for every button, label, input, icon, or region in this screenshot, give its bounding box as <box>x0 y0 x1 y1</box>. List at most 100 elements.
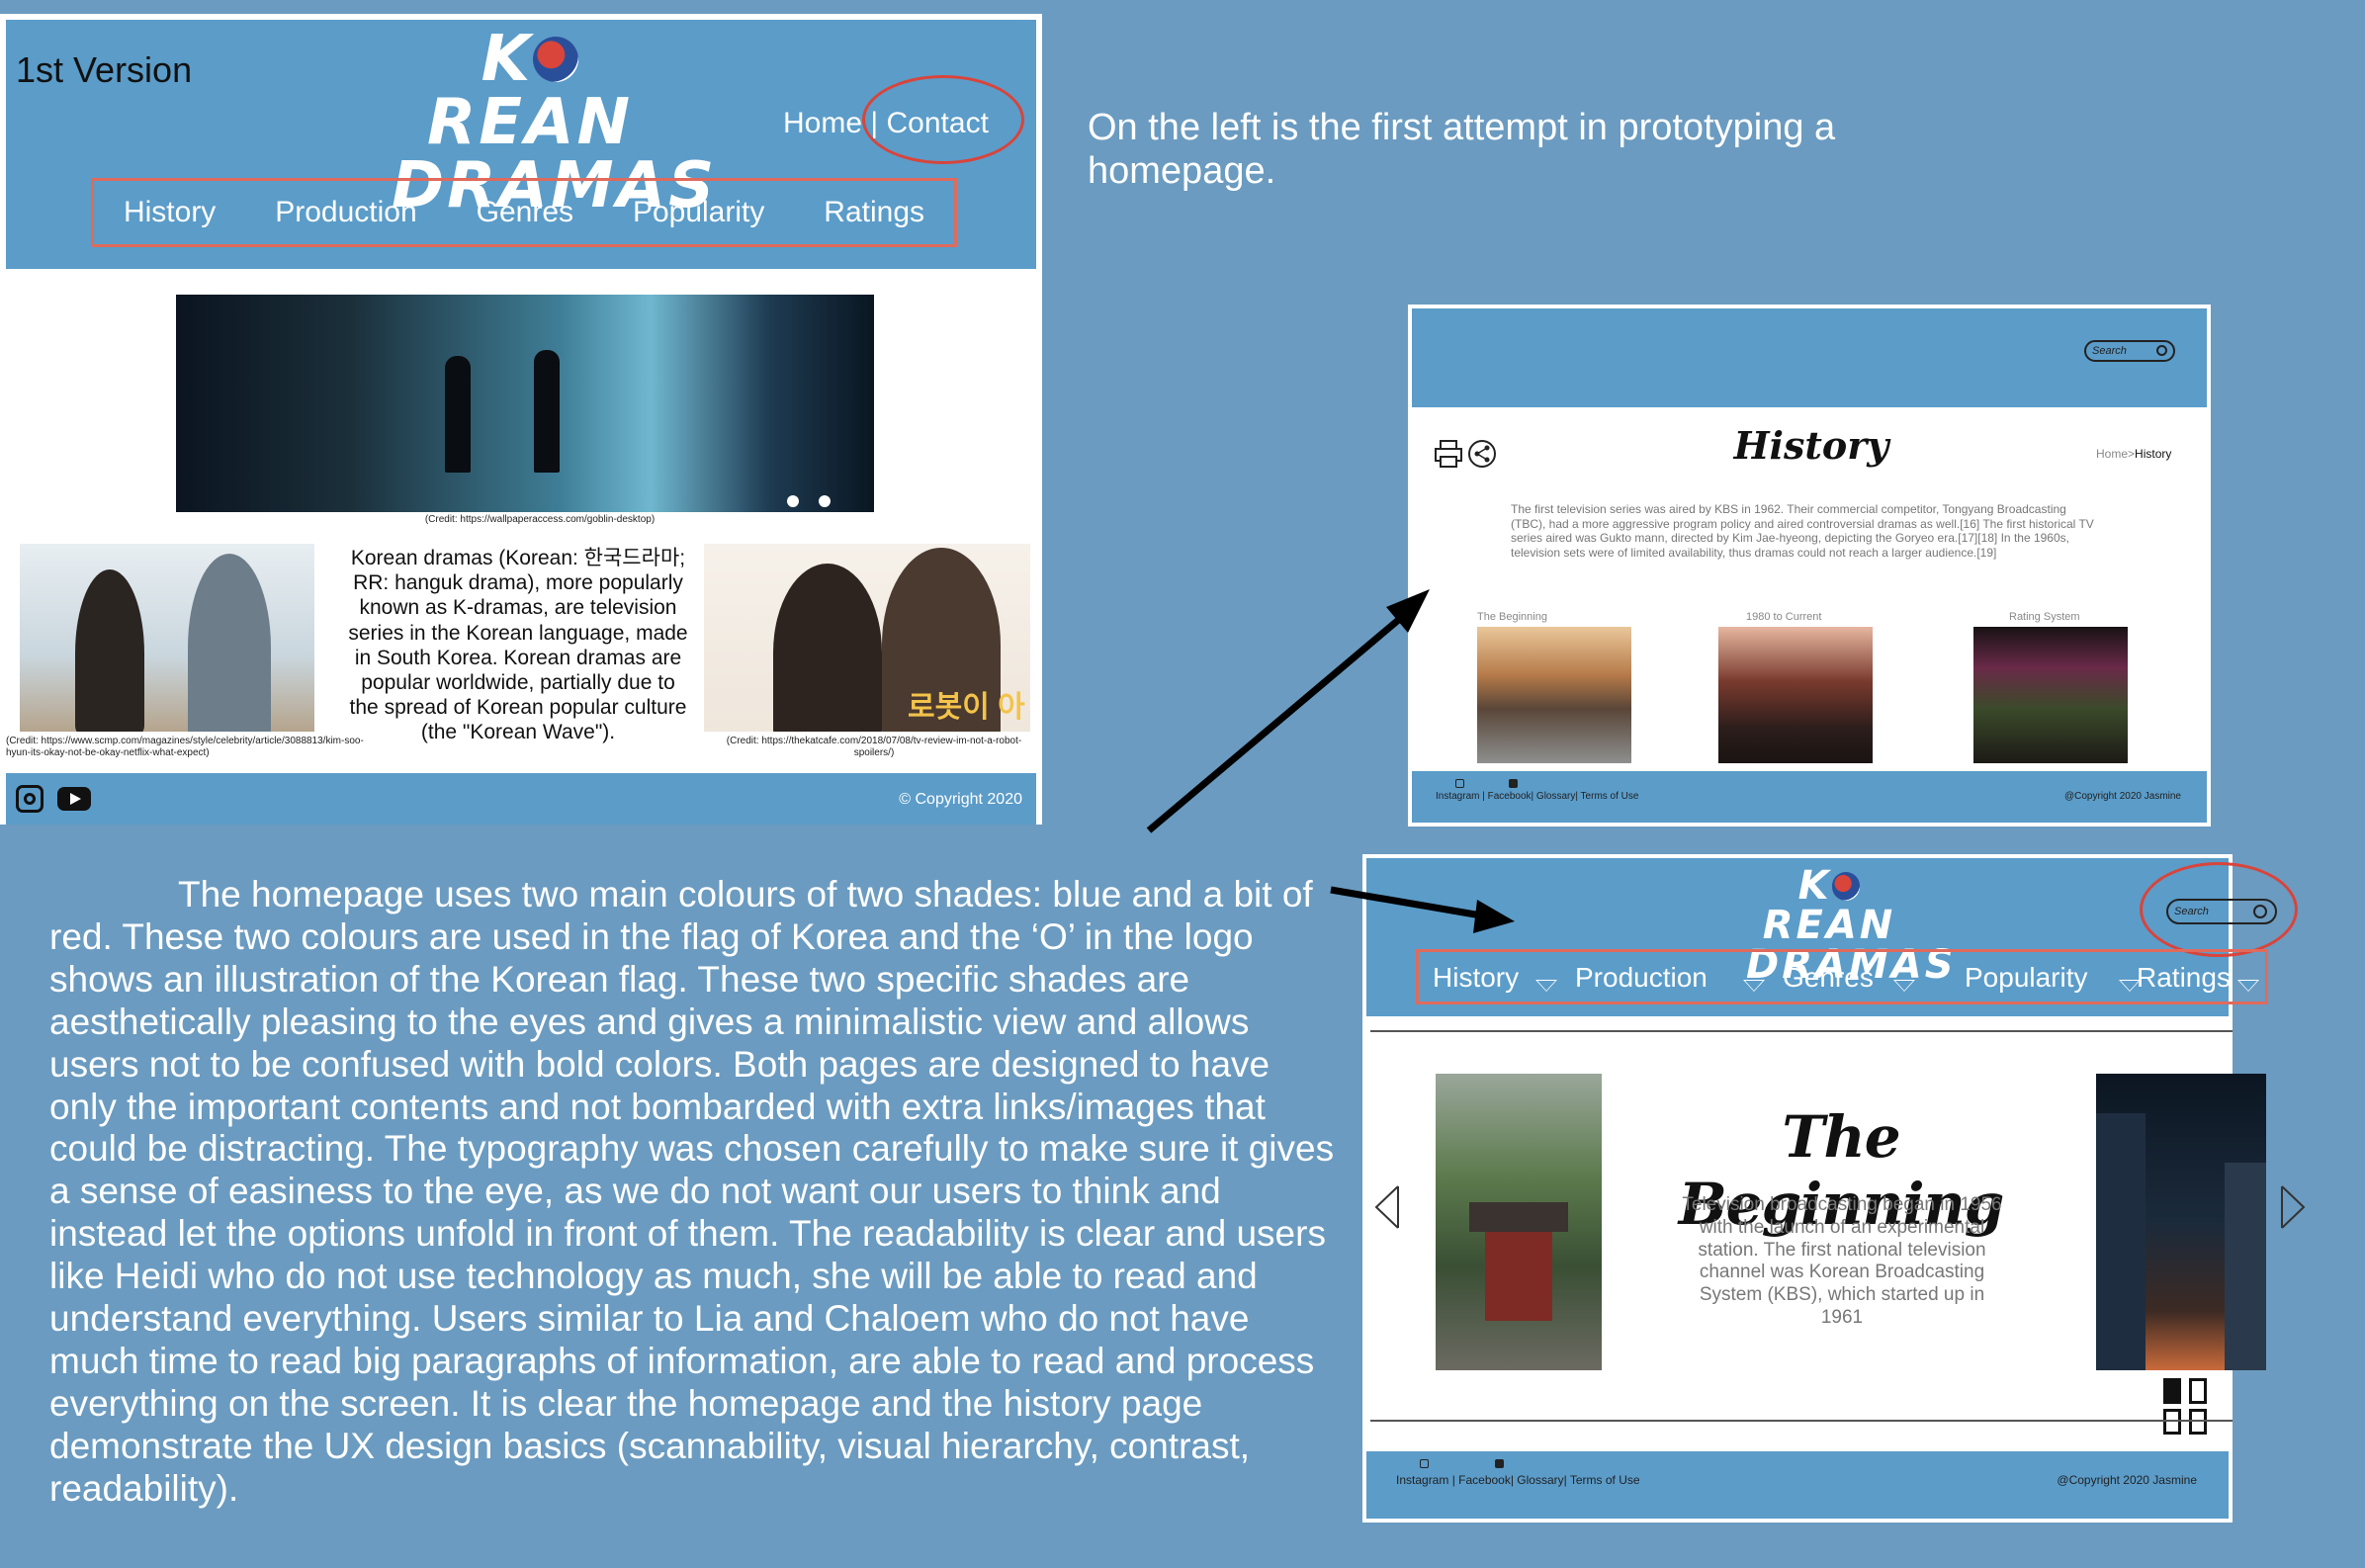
hero-credit: (Credit: https://wallpaperaccess.com/gob… <box>424 514 656 525</box>
logo-letter-k: K <box>481 23 534 96</box>
header: 1st Version KREAN DRAMAS Home | Contact … <box>6 20 1036 269</box>
footer-links[interactable]: Instagram | Facebook| Glossary| Terms of… <box>1436 791 1638 802</box>
search-highlight-circle: Search <box>2140 862 2298 957</box>
slide-image-gate <box>1436 1074 1602 1370</box>
person-shape <box>188 554 271 732</box>
nav-item-history[interactable]: History <box>124 196 216 229</box>
footer: Instagram | Facebook| Glossary| Terms of… <box>1412 771 2207 823</box>
slide-image-city <box>2096 1074 2266 1370</box>
youtube-icon[interactable] <box>57 787 91 811</box>
korean-flag-o-icon <box>533 36 579 82</box>
person-shape <box>773 564 882 732</box>
nav-item-ratings[interactable]: Ratings <box>824 196 924 229</box>
prototype-description: On the left is the first attempt in prot… <box>1088 107 1836 192</box>
building-shape <box>2096 1113 2146 1370</box>
search-placeholder: Search <box>2174 906 2209 917</box>
chevron-left-icon[interactable] <box>1372 1184 1402 1230</box>
copyright: @Copyright 2020 Jasmine <box>2057 1473 2197 1487</box>
slide-text: Television broadcasting began in 1956 wi… <box>1682 1194 2002 1328</box>
page-title: History <box>1733 423 1889 468</box>
left-image-credit: (Credit: https://www.scmp.com/magazines/… <box>6 736 364 758</box>
main-nav: History Production Genres Popularity Rat… <box>91 178 957 247</box>
logo-line1-rest: REAN <box>426 86 634 159</box>
right-image-credit: (Credit: https://thekatcafe.com/2018/07/… <box>726 736 1022 758</box>
chevron-down-icon[interactable] <box>1535 980 1557 992</box>
slide-pager <box>2163 1378 2229 1439</box>
section-caption-rating[interactable]: Rating System <box>2009 611 2080 623</box>
silhouette-figure <box>534 350 560 473</box>
facebook-icon[interactable] <box>1509 779 1518 788</box>
nav-item-genres[interactable]: Genres <box>1783 962 1874 994</box>
pager-dot[interactable] <box>2189 1409 2207 1435</box>
drama-poster-right: 로봇이 아니야 <box>704 544 1030 732</box>
copyright: @Copyright 2020 Jasmine <box>2064 791 2181 802</box>
footer: © Copyright 2020 <box>6 773 1036 825</box>
person-shape <box>75 569 144 732</box>
design-rationale-text: The homepage uses two main colours of tw… <box>49 874 1335 1511</box>
divider <box>1370 1420 2233 1422</box>
chevron-down-icon[interactable] <box>1743 980 1765 992</box>
nav-item-popularity[interactable]: Popularity <box>633 196 764 229</box>
section-caption-1980[interactable]: 1980 to Current <box>1746 611 1821 623</box>
nav-item-popularity[interactable]: Popularity <box>1965 962 2088 994</box>
main-nav: History Production Genres Popularity Rat… <box>1416 949 2268 1004</box>
instagram-icon[interactable] <box>16 785 44 813</box>
slider-dots <box>787 494 874 512</box>
share-icon[interactable] <box>1467 439 1497 469</box>
nav-item-ratings[interactable]: Ratings <box>2137 962 2231 994</box>
version-label: 1st Version <box>16 49 193 90</box>
footer-links[interactable]: Instagram | Facebook| Glossary| Terms of… <box>1396 1473 1640 1487</box>
gate-door-shape <box>1485 1232 1552 1321</box>
slider-dot[interactable] <box>787 495 799 507</box>
chevron-down-icon[interactable] <box>1893 980 1915 992</box>
chevron-right-icon[interactable] <box>2278 1184 2308 1230</box>
header: KREAN DRAMAS Search History Production G… <box>1366 858 2298 1016</box>
breadcrumb-current: History <box>2135 447 2172 461</box>
arrow-to-history <box>1146 614 1405 833</box>
poster-title: 로봇이 아니야 <box>908 691 1025 724</box>
instagram-icon[interactable] <box>1420 1459 1429 1468</box>
breadcrumb-home[interactable]: Home <box>2096 447 2128 461</box>
nav-item-production[interactable]: Production <box>1575 962 1708 994</box>
contact-highlight-circle <box>862 75 1024 164</box>
nav-item-history[interactable]: History <box>1433 962 1519 994</box>
section-thumb-1980[interactable] <box>1718 627 1873 763</box>
search-icon[interactable] <box>2156 345 2167 356</box>
search-icon[interactable] <box>2253 905 2267 918</box>
instagram-icon[interactable] <box>1455 779 1464 788</box>
breadcrumb-separator: > <box>2128 447 2136 461</box>
silhouette-figure <box>445 356 471 473</box>
search-box[interactable]: Search <box>2166 899 2277 924</box>
section-caption-beginning[interactable]: The Beginning <box>1477 611 1547 623</box>
korean-flag-o-icon <box>1831 872 1861 901</box>
second-version-homepage-mockup: KREAN DRAMAS Search History Production G… <box>1362 854 2306 1523</box>
first-version-homepage-mockup: 1st Version KREAN DRAMAS Home | Contact … <box>0 14 1042 825</box>
facebook-icon[interactable] <box>1495 1459 1504 1468</box>
slider-dot[interactable] <box>819 495 831 507</box>
header: Search <box>1412 308 2207 407</box>
pager-dot[interactable] <box>2189 1378 2207 1404</box>
pager-dot-active[interactable] <box>2163 1378 2181 1404</box>
divider <box>1370 1030 2233 1032</box>
intro-text: Korean dramas (Korean: 한국드라마; RR: hanguk… <box>348 547 688 744</box>
search-box[interactable]: Search <box>2084 340 2175 362</box>
design-rationale-body: The homepage uses two main colours of tw… <box>49 874 1335 1509</box>
pager-dot[interactable] <box>2163 1409 2181 1435</box>
gate-roof-shape <box>1469 1202 1568 1232</box>
section-thumb-rating[interactable] <box>1973 627 2128 763</box>
copyright: © Copyright 2020 <box>899 791 1022 808</box>
building-shape <box>2225 1163 2266 1370</box>
breadcrumb: Home>History <box>2096 447 2171 461</box>
history-paragraph: The first television series was aired by… <box>1511 502 2094 560</box>
hero-image-slider[interactable] <box>176 295 874 512</box>
home-link[interactable]: Home <box>783 107 862 139</box>
footer: Instagram | Facebook| Glossary| Terms of… <box>1366 1451 2229 1519</box>
nav-item-production[interactable]: Production <box>275 196 416 229</box>
nav-item-genres[interactable]: Genres <box>477 196 573 229</box>
search-placeholder: Search <box>2092 345 2127 357</box>
section-thumb-beginning[interactable] <box>1477 627 1631 763</box>
print-icon[interactable] <box>1434 439 1463 469</box>
chevron-down-icon[interactable] <box>2237 980 2259 992</box>
history-page-mockup: Search History Home>History The first te… <box>1408 305 2211 827</box>
drama-photo-left <box>20 544 314 732</box>
